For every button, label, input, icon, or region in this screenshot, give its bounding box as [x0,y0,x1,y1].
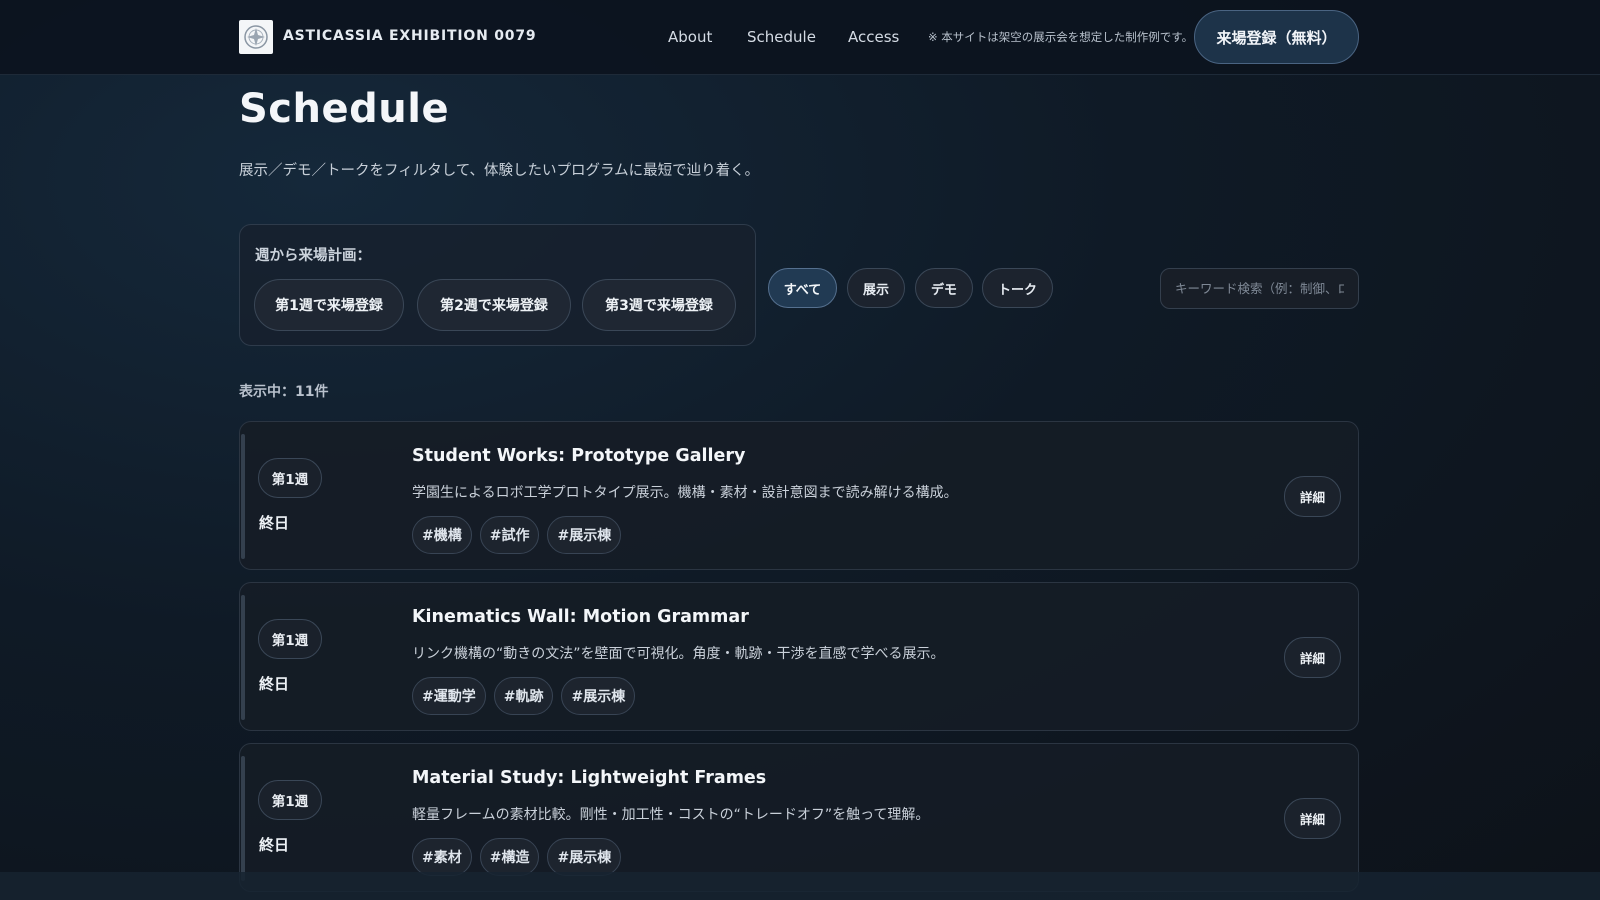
week-badge: 第1週 [258,458,322,498]
detail-button[interactable]: 詳細 [1284,798,1341,839]
schedule-card: 第1週 終日 Student Works: Prototype Gallery … [239,421,1359,570]
nav-access[interactable]: Access [848,28,899,46]
card-title: Kinematics Wall: Motion Grammar [412,607,749,627]
schedule-card: 第1週 終日 Material Study: Lightweight Frame… [239,743,1359,892]
card-accent-bar [241,434,245,559]
tag[interactable]: #展示棟 [547,838,622,876]
tag[interactable]: #展示棟 [561,677,636,715]
week1-register-button[interactable]: 第1週で来場登録 [254,279,404,331]
nav-schedule[interactable]: Schedule [747,28,816,46]
bottom-bar [0,872,1600,900]
week-badge: 第1週 [258,619,322,659]
filter-all[interactable]: すべて [768,268,837,308]
card-title: Material Study: Lightweight Frames [412,768,767,788]
site-header: ASTICASSIA EXHIBITION 0079 About Schedul… [0,0,1600,75]
keyword-search-input[interactable] [1160,268,1359,309]
register-button[interactable]: 来場登録（無料） [1194,10,1359,64]
card-title: Student Works: Prototype Gallery [412,446,746,466]
tag[interactable]: #展示棟 [547,516,622,554]
card-time: 終日 [259,514,290,532]
tag[interactable]: #構造 [479,838,540,876]
week-badge: 第1週 [258,780,322,820]
tag[interactable]: #運動学 [412,677,486,715]
tag-list: #運動学 #軌跡 #展示棟 [412,677,636,715]
nav-about[interactable]: About [668,28,712,46]
emblem-icon [244,25,268,49]
page-subtitle: 展示／デモ／トークをフィルタして、体験したいプログラムに最短で辿り着く。 [239,163,760,179]
tag[interactable]: #機構 [412,516,472,554]
tag[interactable]: #素材 [412,838,472,876]
card-accent-bar [241,756,245,881]
logo-emblem[interactable] [239,20,273,54]
week3-register-button[interactable]: 第3週で来場登録 [582,279,736,331]
card-description: 学園生によるロボ工学プロトタイプ展示。機構・素材・設計意図まで読み解ける構成。 [412,485,958,501]
card-time: 終日 [259,675,290,693]
card-accent-bar [241,595,245,720]
schedule-card: 第1週 終日 Kinematics Wall: Motion Grammar リ… [239,582,1359,731]
tag[interactable]: #試作 [479,516,540,554]
brand-name[interactable]: ASTICASSIA EXHIBITION 0079 [283,28,536,44]
card-time: 終日 [259,836,290,854]
detail-button[interactable]: 詳細 [1284,476,1341,517]
tag[interactable]: #軌跡 [493,677,554,715]
page-title: Schedule [239,86,450,132]
week-plan-panel: 週から来場計画： 第1週で来場登録 第2週で来場登録 第3週で来場登録 [239,224,756,346]
tag-list: #機構 #試作 #展示棟 [412,516,622,554]
week2-register-button[interactable]: 第2週で来場登録 [417,279,571,331]
filter-demo[interactable]: デモ [915,268,973,308]
tag-list: #素材 #構造 #展示棟 [412,838,622,876]
week-plan-label: 週から来場計画： [255,248,371,264]
filter-exhibit[interactable]: 展示 [847,268,905,308]
filter-talk[interactable]: トーク [982,268,1053,308]
detail-button[interactable]: 詳細 [1284,637,1341,678]
result-count: 表示中：11件 [239,384,329,400]
card-description: 軽量フレームの素材比較。剛性・加工性・コストの“トレードオフ”を触って理解。 [412,807,930,823]
card-description: リンク機構の“動きの文法”を壁面で可視化。角度・軌跡・干渉を直感で学べる展示。 [412,646,945,662]
fiction-notice: ※ 本サイトは架空の展示会を想定した制作例です。 [928,30,1194,44]
